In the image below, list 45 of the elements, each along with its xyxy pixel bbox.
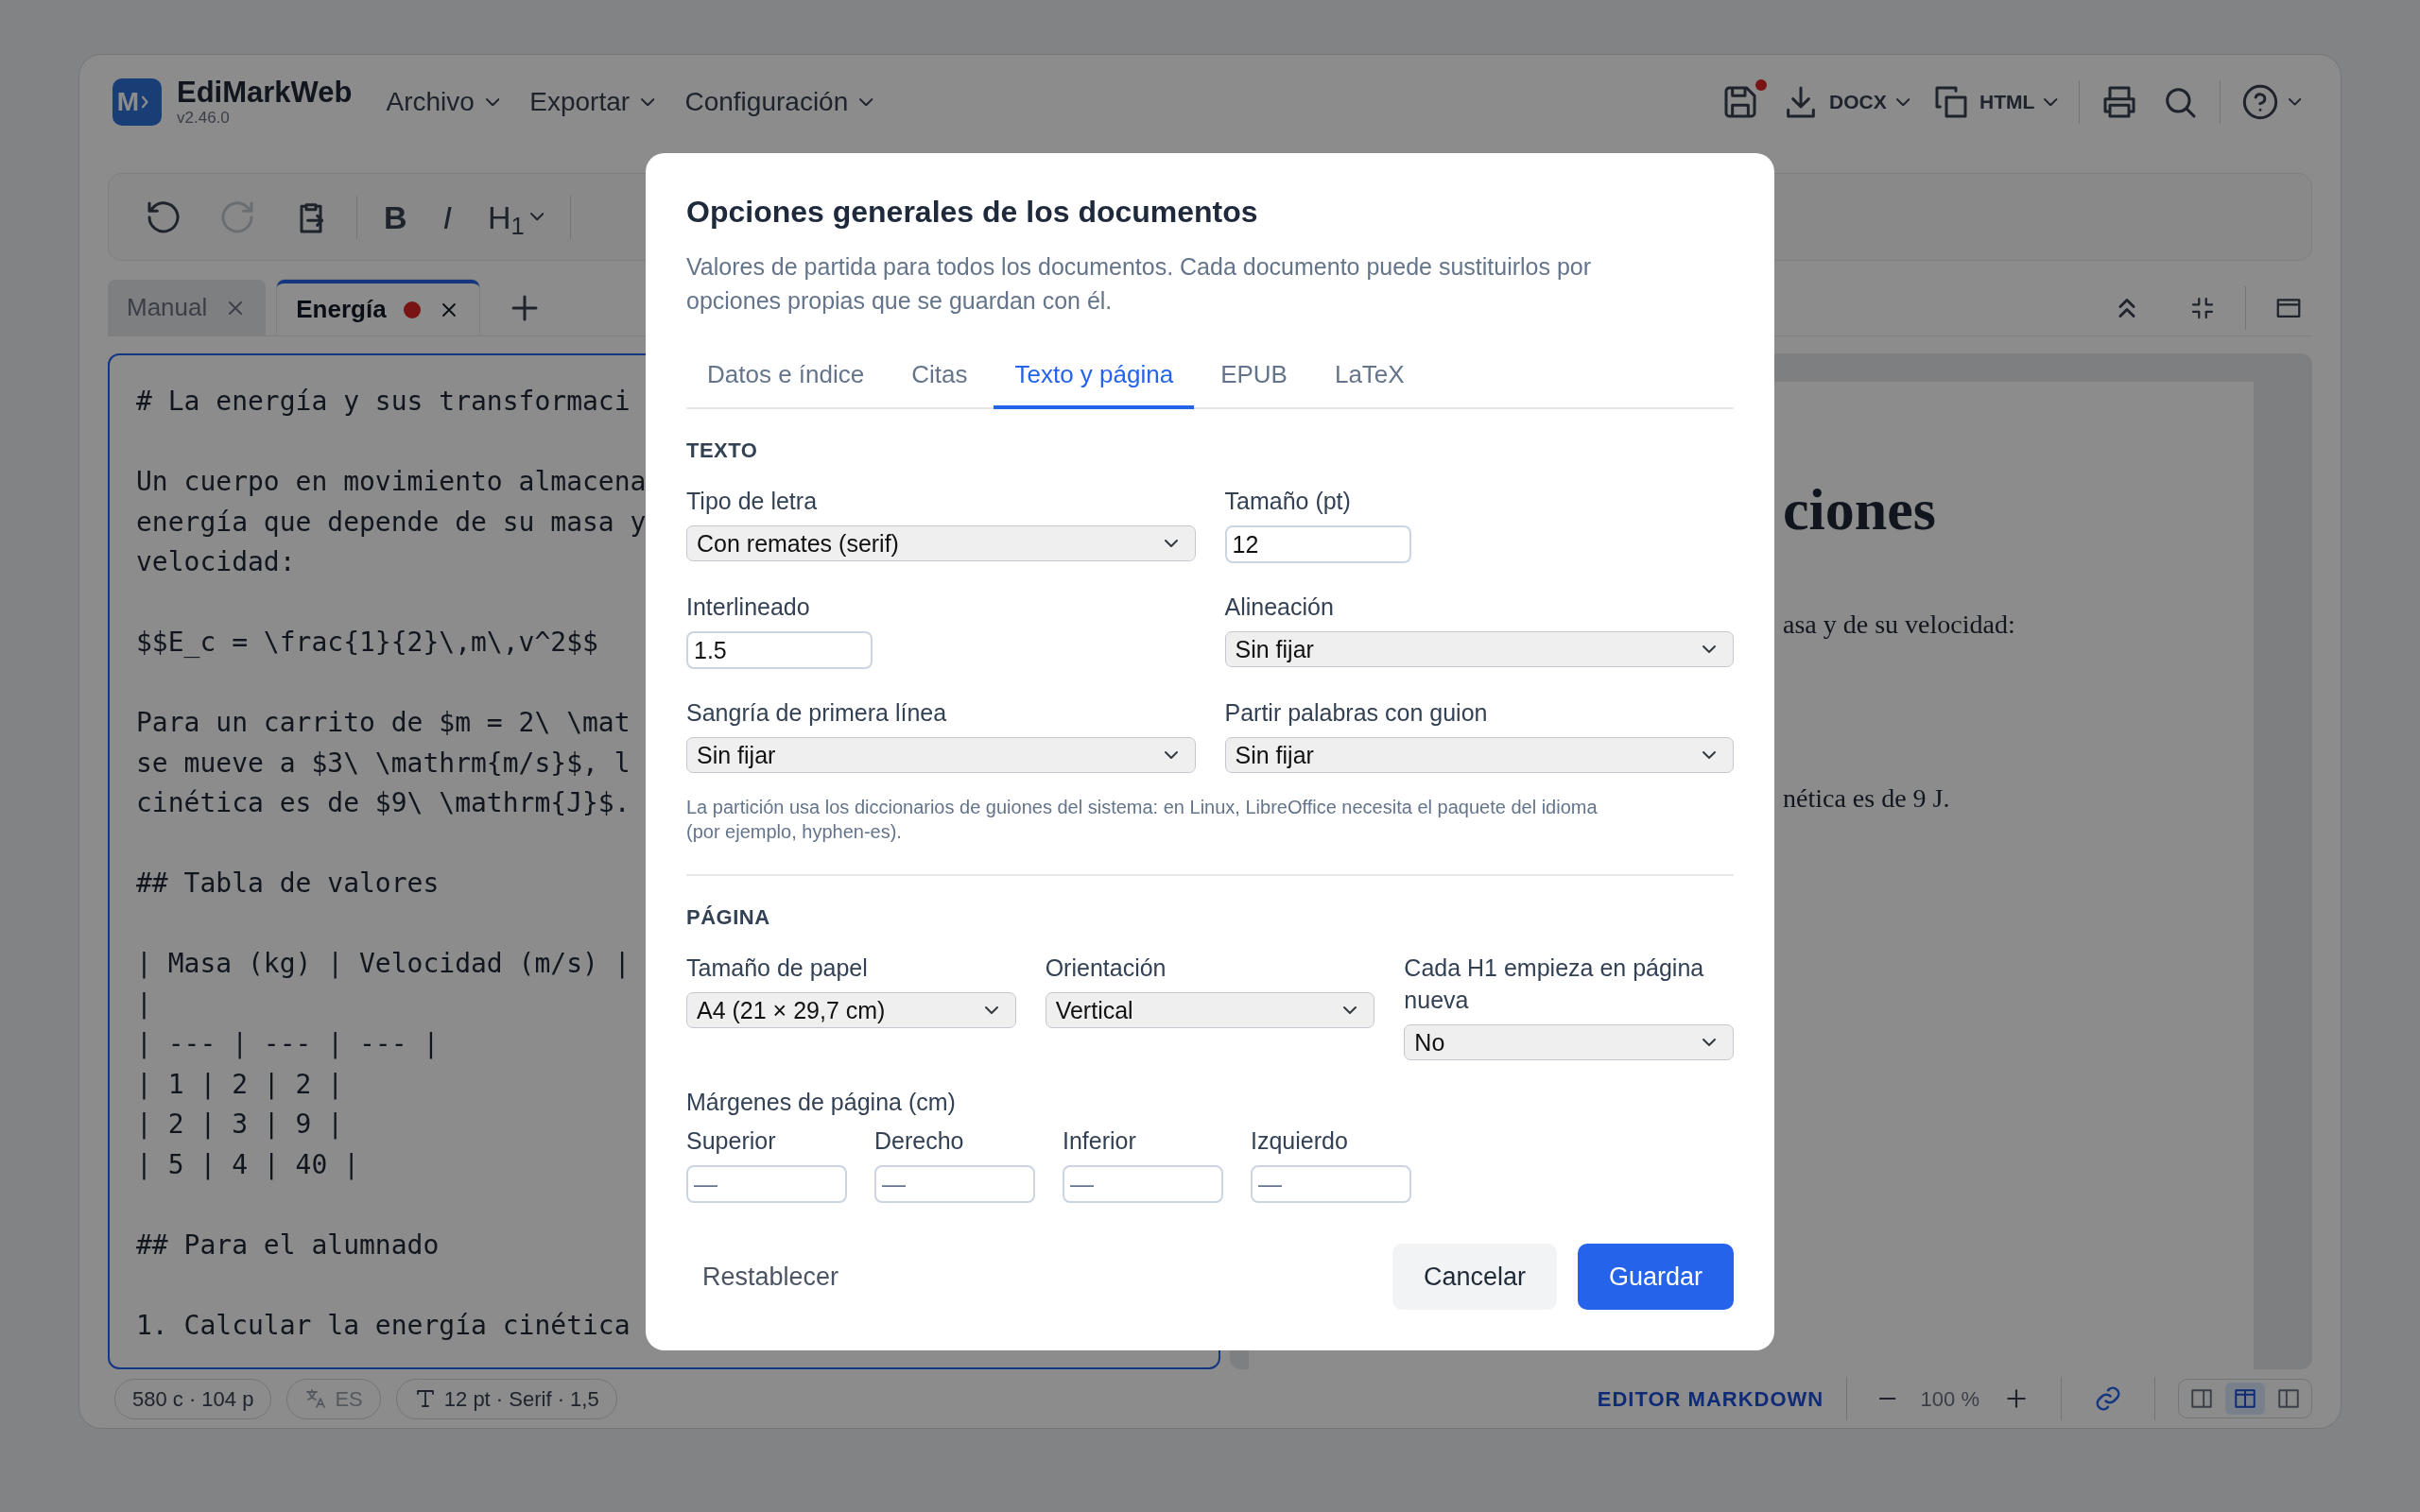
code-line: | Masa (kg) | Velocidad (m/s) |	[136, 947, 631, 981]
code-line: |	[136, 987, 152, 1022]
code-line: Para un carrito de $m = 2\ \mat	[136, 706, 631, 740]
field-label: Izquierdo	[1251, 1126, 1349, 1156]
field-label: Alineación	[1224, 593, 1335, 622]
dialog-title: Opciones generales de los documentos	[686, 194, 1259, 231]
field-label: Partir palabras con guion	[1224, 698, 1489, 728]
code-line: ## Para el alumnado	[136, 1228, 440, 1263]
code-line: | 1 | 2 | 2 |	[136, 1067, 344, 1102]
code-line: | 2 | 3 | 9 |	[136, 1108, 344, 1142]
code-line: ## Tabla de valores	[136, 867, 440, 901]
field-label: Tamaño (pt)	[1224, 487, 1352, 516]
stats-pill: 580 c · 104 p	[114, 1378, 272, 1419]
app-version: v2.46.0	[177, 109, 231, 128]
preview-text: asa y de su velocidad:	[1783, 609, 2015, 641]
code-line: se mueve a $3\ \mathrm{m/s}$, l	[136, 746, 631, 781]
section-heading: TEXTO	[686, 438, 759, 464]
zoom-level: 100 %	[1920, 1385, 1979, 1413]
field-label: Tamaño de papel	[686, 954, 869, 983]
field-label: Superior	[686, 1126, 777, 1156]
preview-heading: ciones	[1783, 476, 1936, 542]
group-label: Márgenes de página (cm)	[686, 1088, 957, 1117]
help-text: La partición usa los diccionarios de guiones del sistema: en Linux, LibreOffice necesita el paquete del idioma (por ejemplo, hyphen-es).	[686, 796, 1599, 844]
code-line: $$E_c = \frac{1}{2}\,m\,v^2$$	[136, 626, 598, 660]
field-label: Inferior	[1063, 1126, 1137, 1156]
code-line: # La energía y sus transformaci	[136, 385, 631, 419]
field-label: Orientación	[1045, 954, 1167, 983]
editor-mode-label: EDITOR MARKDOWN	[1597, 1385, 1824, 1413]
code-line: velocidad:	[136, 545, 296, 579]
app-logo: M	[112, 78, 162, 126]
dialog-description: Valores de partida para todos los documentos. Cada documento puede sustituirlos por opciones propias que se guardan con él.	[686, 252, 1593, 316]
code-line: | 5 | 4 | 40 |	[136, 1147, 359, 1182]
field-label: Interlineado	[686, 593, 811, 622]
section-heading: PÁGINA	[686, 904, 771, 931]
field-label: Derecho	[874, 1126, 965, 1156]
code-line: | --- | --- | --- |	[136, 1027, 440, 1061]
code-line: cinética es de $9\ \mathrm{J}$.	[136, 786, 631, 820]
preview-text: nética es de 9 J.	[1783, 782, 1950, 815]
field-label: Tipo de letra	[686, 487, 819, 516]
code-line: 1. Calcular la energía cinética	[136, 1308, 631, 1343]
code-line: energía que depende de su masa y	[136, 505, 647, 540]
field-label: Cada H1 empieza en página nueva	[1404, 954, 1705, 1015]
field-label: Sangría de primera línea	[686, 698, 948, 728]
code-line: Un cuerpo en movimiento almacena	[136, 465, 647, 499]
app-name: EdiMarkWeb	[177, 77, 353, 109]
